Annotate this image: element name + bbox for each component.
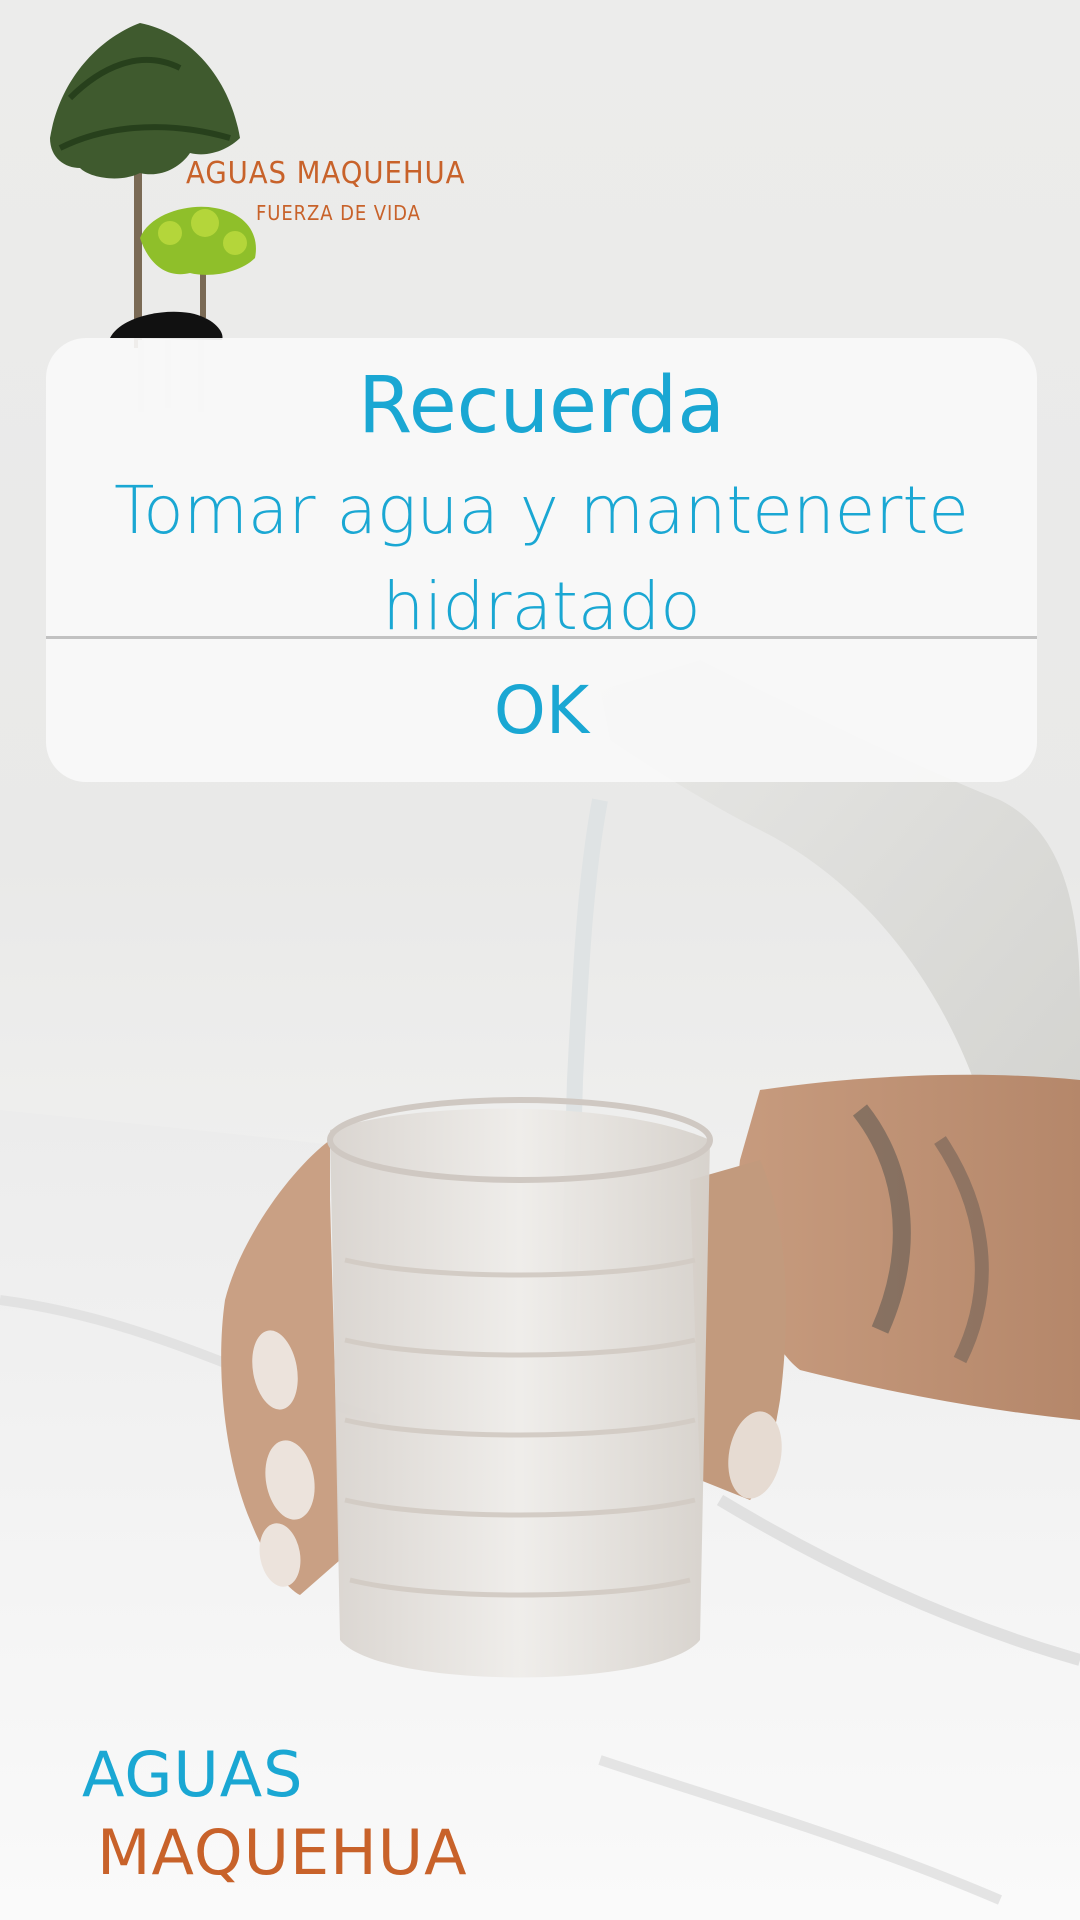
ok-button[interactable]: OK	[46, 639, 1037, 782]
dialog-message: Tomar agua y mantenerte hidratado	[114, 472, 969, 645]
brand-name-line1: AGUAS	[82, 1738, 304, 1811]
dialog-title: Recuerda	[358, 361, 725, 451]
logo-title: AGUAS MAQUEHUA	[186, 156, 466, 191]
screen: AGUAS MAQUEHUA FUERZA DE VIDA Recuerda T…	[0, 0, 1080, 1920]
logo-tagline: FUERZA DE VIDA	[256, 201, 421, 225]
brand-name-line2: MAQUEHUA	[97, 1816, 468, 1889]
reminder-dialog: Recuerda Tomar agua y mantenerte hidrata…	[46, 338, 1037, 782]
